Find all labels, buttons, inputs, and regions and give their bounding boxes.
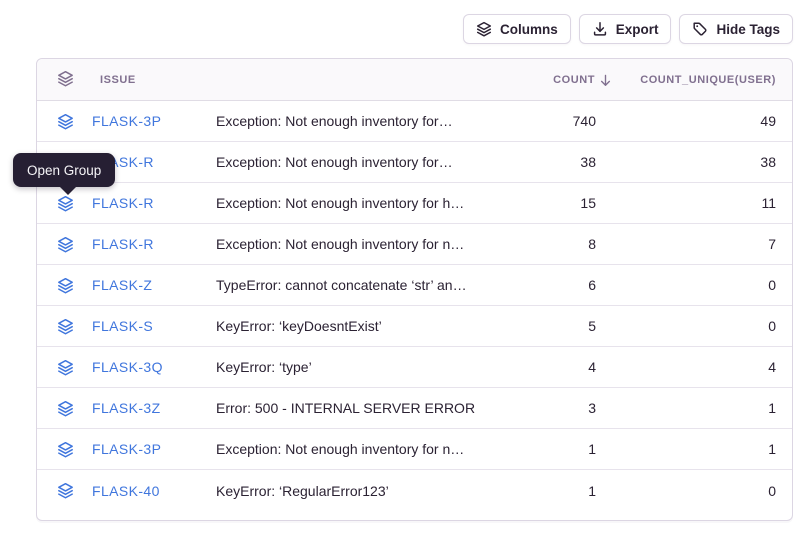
count-value: 8 [491,236,611,252]
count-unique-value: 1 [611,441,792,457]
open-group-icon[interactable] [57,277,74,294]
count-value: 15 [491,195,611,211]
tooltip-caret-icon [60,187,76,195]
column-header-count-unique-label: COUNT_UNIQUE(USER) [640,74,776,86]
column-header-count-label: COUNT [553,74,595,86]
count-unique-value: 49 [611,113,792,129]
column-header-issue[interactable]: ISSUE [37,70,216,90]
open-group-icon[interactable] [57,359,74,376]
issue-title: Exception: Not enough inventory for… [216,154,491,170]
issue-title: Exception: Not enough inventory for n… [216,236,491,252]
results-table: ISSUE COUNT COUNT_UNIQUE(USER) FLASK-3P … [36,58,793,521]
issue-link[interactable]: FLASK-40 [92,483,160,499]
stack-icon [476,21,492,37]
table-row: FLASK-R Exception: Not enough inventory … [37,183,792,224]
table-row: FLASK-3P Exception: Not enough inventory… [37,429,792,470]
table-body: FLASK-3P Exception: Not enough inventory… [37,101,792,511]
count-unique-value: 0 [611,483,792,499]
count-value: 5 [491,318,611,334]
open-group-icon[interactable] [57,482,74,499]
count-value: 1 [491,441,611,457]
issue-title: Exception: Not enough inventory for n… [216,441,491,457]
tooltip: Open Group [13,153,115,187]
table-row: FLASK-3Q KeyError: ‘type’ 4 4 [37,347,792,388]
column-header-count[interactable]: COUNT [491,73,611,87]
issue-title: Error: 500 - INTERNAL SERVER ERROR [216,400,491,416]
count-unique-value: 1 [611,400,792,416]
count-value: 4 [491,359,611,375]
table-header: ISSUE COUNT COUNT_UNIQUE(USER) [37,59,792,101]
table-row: FLASK-S KeyError: ‘keyDoesntExist’ 5 0 [37,306,792,347]
stack-icon [57,70,74,90]
issue-link[interactable]: FLASK-3Q [92,359,163,375]
columns-button[interactable]: Columns [463,14,571,44]
count-unique-value: 38 [611,154,792,170]
open-group-icon[interactable] [57,113,74,130]
count-value: 38 [491,154,611,170]
column-header-count-unique[interactable]: COUNT_UNIQUE(USER) [611,74,792,86]
issue-link[interactable]: FLASK-3P [92,113,161,129]
hide-tags-button-label: Hide Tags [716,22,780,37]
table-row: FLASK-3P Exception: Not enough inventory… [37,101,792,142]
table-row: FLASK-R Exception: Not enough inventory … [37,224,792,265]
export-button[interactable]: Export [579,14,672,44]
issue-link[interactable]: FLASK-R [92,195,154,211]
count-unique-value: 0 [611,277,792,293]
tag-icon [692,21,708,37]
issue-title: KeyError: ‘type’ [216,359,491,375]
issue-title: KeyError: ‘RegularError123’ [216,483,491,499]
table-row: FLASK-Z TypeError: cannot concatenate ‘s… [37,265,792,306]
issue-title: Exception: Not enough inventory for h… [216,195,491,211]
issue-link[interactable]: FLASK-3Z [92,400,161,416]
column-header-issue-label: ISSUE [100,74,136,86]
issue-link[interactable]: FLASK-Z [92,277,152,293]
count-value: 6 [491,277,611,293]
issue-link[interactable]: FLASK-3P [92,441,161,457]
count-value: 1 [491,483,611,499]
open-group-icon[interactable] [57,441,74,458]
open-group-icon[interactable] [57,400,74,417]
count-value: 740 [491,113,611,129]
issue-title: TypeError: cannot concatenate ‘str’ an… [216,277,491,293]
open-group-icon[interactable] [57,236,74,253]
export-button-label: Export [616,22,659,37]
open-group-icon[interactable] [57,195,74,212]
count-value: 3 [491,400,611,416]
toolbar: Columns Export Hide Tags [463,14,793,44]
count-unique-value: 4 [611,359,792,375]
table-row: FLASK-3Z Error: 500 - INTERNAL SERVER ER… [37,388,792,429]
table-row: FLASK-40 KeyError: ‘RegularError123’ 1 0 [37,470,792,511]
count-unique-value: 11 [611,195,792,211]
count-unique-value: 7 [611,236,792,252]
sort-desc-icon [600,74,611,87]
tooltip-label: Open Group [27,163,101,178]
hide-tags-button[interactable]: Hide Tags [679,14,793,44]
columns-button-label: Columns [500,22,558,37]
download-icon [592,21,608,37]
open-group-icon[interactable] [57,318,74,335]
count-unique-value: 0 [611,318,792,334]
table-row: FLASK-R Exception: Not enough inventory … [37,142,792,183]
issue-title: Exception: Not enough inventory for… [216,113,491,129]
issue-link[interactable]: FLASK-S [92,318,153,334]
issue-link[interactable]: FLASK-R [92,236,154,252]
issue-title: KeyError: ‘keyDoesntExist’ [216,318,491,334]
